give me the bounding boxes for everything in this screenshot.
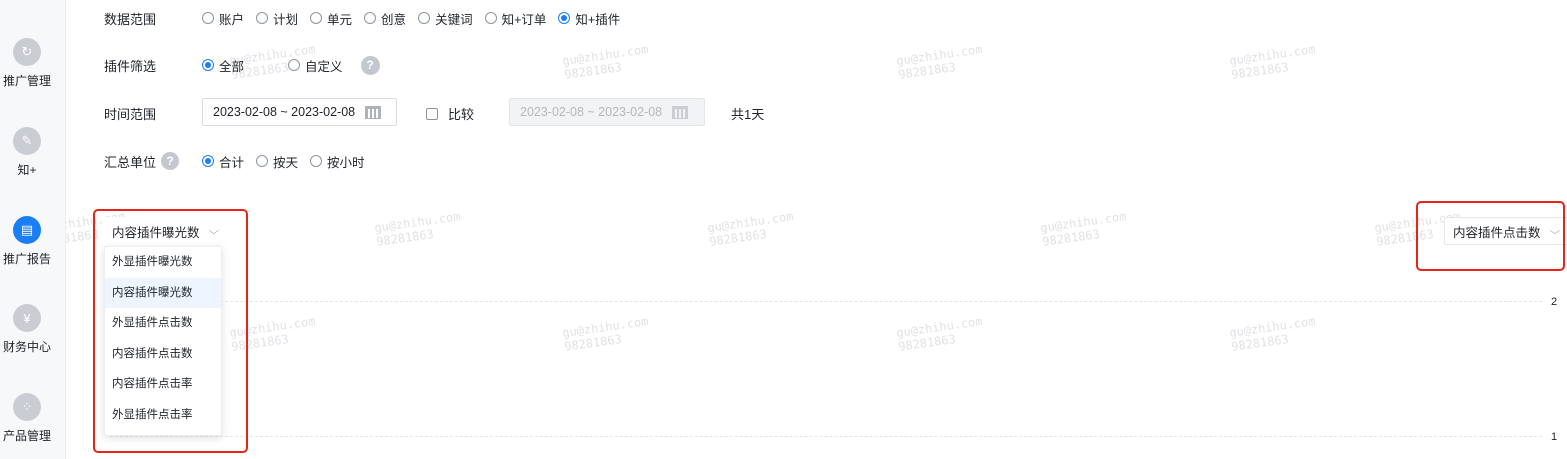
help-icon[interactable]: ? [161, 152, 180, 170]
watermark: gu@zhihu.com 98281863 [1039, 209, 1128, 249]
compare-date-range-picker: 2023-02-08 ~ 2023-02-08 [509, 98, 705, 126]
grid-icon: ⁘ [13, 393, 41, 421]
radio-zhi-plus-plugin[interactable]: 知+插件 [558, 9, 620, 28]
sidebar-item-label: 财务中心 [2, 340, 51, 354]
left-highlight-box [93, 209, 248, 453]
radio-total[interactable]: 合计 [202, 152, 244, 171]
summary-unit-label-wrap: 汇总单位 ? [104, 152, 202, 171]
sidebar-item-label: 推广管理 [2, 74, 51, 88]
data-range-label: 数据范围 [104, 11, 157, 27]
radio-circle [484, 12, 497, 24]
chart-gridline [110, 301, 1542, 302]
radio-by-day[interactable]: 按天 [256, 152, 298, 171]
radio-unit[interactable]: 单元 [310, 9, 352, 28]
plugin-filter-label: 插件筛选 [104, 58, 157, 74]
y-axis-tick-label: 1 [1551, 431, 1558, 443]
sidebar-item-product-management[interactable]: ⁘ 产品管理 [0, 393, 54, 444]
yen-icon: ¥ [13, 304, 41, 332]
radio-label: 知+订单 [501, 12, 547, 27]
summary-unit-row: 汇总单位 ? 合计 按天 按小时 [104, 151, 377, 171]
radio-label: 计划 [273, 12, 299, 27]
compare-label: 比较 [448, 107, 475, 122]
watermark: gu@zhihu.com 98281863 [895, 314, 984, 354]
date-range-value: 2023-02-08 ~ 2023-02-08 [213, 105, 356, 119]
radio-circle [310, 12, 323, 24]
radio-label: 自定义 [305, 59, 343, 74]
time-range-label: 时间范围 [104, 106, 157, 122]
radio-zhi-plus-order[interactable]: 知+订单 [484, 9, 547, 28]
summary-unit-label: 汇总单位 [104, 154, 157, 170]
right-highlight-box [1416, 201, 1565, 271]
sidebar-item-promotion-management[interactable]: ↻ 推广管理 [0, 38, 54, 89]
watermark: gu@zhihu.com 98281863 [895, 42, 984, 82]
sidebar-item-label: 产品管理 [2, 429, 51, 443]
report-icon: ▤ [13, 216, 41, 244]
radio-label: 账户 [219, 12, 245, 27]
sidebar-item-label: 知+ [17, 163, 37, 177]
radio-label: 按天 [273, 155, 299, 170]
radio-circle [364, 12, 377, 24]
total-days: 共1天 [731, 107, 765, 122]
radio-label: 创意 [381, 12, 407, 27]
watermark: gu@zhihu.com 98281863 [373, 209, 462, 249]
time-range-row: 时间范围 [104, 104, 202, 122]
radio-circle [288, 59, 301, 71]
data-range-row: 数据范围 账户 计划 单元 创意 关键词 知+订单 知+插件 [104, 9, 632, 27]
radio-creative[interactable]: 创意 [364, 9, 406, 28]
calendar-icon [365, 105, 382, 119]
sidebar-item-label: 推广报告 [2, 252, 51, 266]
radio-custom[interactable]: 自定义 [288, 56, 343, 75]
radio-label: 知+插件 [575, 12, 621, 27]
radio-label: 按小时 [327, 155, 365, 170]
chart-gridline [110, 436, 1542, 437]
sidebar-item-finance-center[interactable]: ¥ 财务中心 [0, 304, 54, 355]
radio-circle [418, 12, 431, 24]
watermark: gu@zhihu.com 98281863 [1228, 314, 1317, 354]
radio-plan[interactable]: 计划 [256, 9, 298, 28]
radio-circle [256, 12, 269, 24]
radio-label: 全部 [219, 59, 245, 74]
refresh-icon: ↻ [13, 38, 41, 66]
compare-checkbox[interactable]: 比较 [426, 104, 474, 123]
sidebar: ↻ 推广管理 ✎ 知+ ▤ 推广报告 ¥ 财务中心 ⁘ 产品管理 [0, 0, 66, 459]
sidebar-item-promotion-report[interactable]: ▤ 推广报告 [0, 216, 54, 267]
checkbox-box [426, 107, 438, 120]
radio-by-hour[interactable]: 按小时 [310, 152, 365, 171]
y-axis-tick-label: 2 [1551, 296, 1558, 308]
watermark: gu@zhihu.com 98281863 [561, 42, 650, 82]
radio-circle [202, 12, 214, 24]
plugin-filter-row: 插件筛选 全部 自定义 ? [104, 55, 380, 75]
radio-circle [202, 59, 214, 71]
radio-circle [202, 155, 214, 167]
radio-all[interactable]: 全部 [202, 56, 244, 75]
radio-keyword[interactable]: 关键词 [418, 9, 473, 28]
sidebar-item-zhi-plus[interactable]: ✎ 知+ [0, 127, 54, 178]
watermark: gu@zhihu.com 98281863 [561, 314, 650, 354]
watermark: gu@zhihu.com 98281863 [1228, 42, 1317, 82]
calendar-icon [672, 105, 689, 119]
help-icon[interactable]: ? [360, 55, 380, 75]
pen-icon: ✎ [13, 127, 41, 155]
watermark: gu@zhihu.com 98281863 [706, 209, 795, 249]
radio-label: 关键词 [435, 12, 473, 27]
date-range-picker[interactable]: 2023-02-08 ~ 2023-02-08 [202, 98, 397, 126]
radio-circle [558, 12, 571, 24]
radio-circle [256, 155, 269, 167]
compare-date-range-value: 2023-02-08 ~ 2023-02-08 [520, 105, 663, 119]
radio-label: 合计 [219, 155, 245, 170]
radio-label: 单元 [327, 12, 353, 27]
radio-circle [310, 155, 323, 167]
radio-account[interactable]: 账户 [202, 9, 244, 28]
